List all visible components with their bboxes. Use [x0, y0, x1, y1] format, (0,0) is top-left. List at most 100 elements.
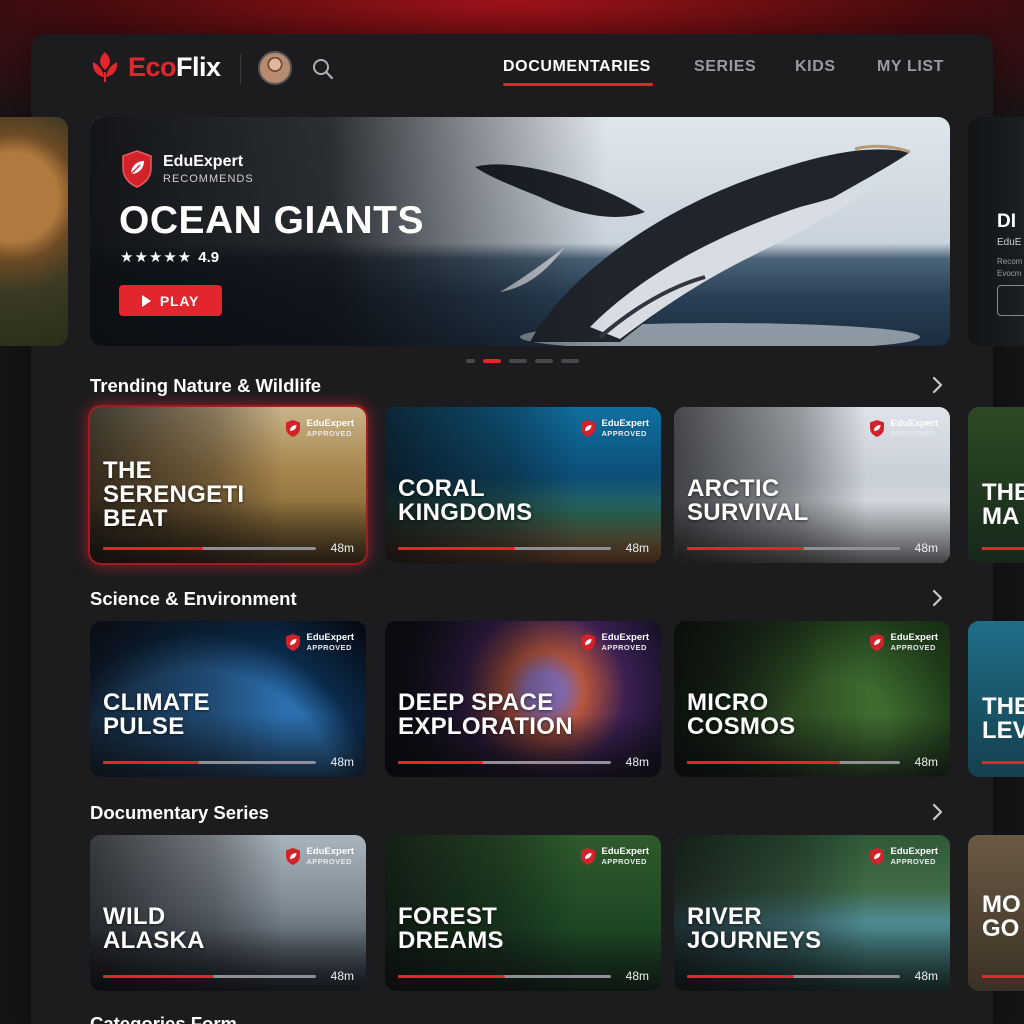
title-card[interactable]: EduExpert APPROVED ARCTIC SURVIVAL 48m — [674, 407, 950, 563]
badge-name: EduExpert — [890, 632, 938, 643]
carousel-dot-active[interactable] — [483, 359, 501, 363]
progress-fill — [687, 975, 794, 978]
progress-fill — [103, 975, 214, 978]
duration: 48m — [914, 541, 938, 555]
chevron-right-icon[interactable] — [930, 376, 944, 394]
row-title: Documentary Series — [90, 802, 269, 823]
hero-banner[interactable]: EduExpert RECOMMENDS OCEAN GIANTS ★★★★★ … — [90, 117, 950, 346]
badge-name: EduExpert — [890, 418, 938, 429]
title-card[interactable]: EduExpert APPROVED CORAL KINGDOMS 48m — [385, 407, 661, 563]
title-card[interactable]: EduExpert APPROVED CLIMATE PULSE 48m — [90, 621, 366, 777]
carousel-dot[interactable] — [466, 359, 475, 363]
nav-kids[interactable]: KIDS — [795, 58, 836, 76]
title-card-peek[interactable]: THE LEV — [968, 621, 1024, 777]
shield-icon — [581, 848, 596, 865]
shield-icon — [581, 420, 596, 437]
eduexpert-badge: EduExpert RECOMMENDS — [120, 149, 254, 189]
duration: 48m — [914, 969, 938, 983]
carousel-dot[interactable] — [509, 359, 527, 363]
next-slide-title: DI — [997, 211, 1016, 232]
carousel-dot[interactable] — [561, 359, 579, 363]
title-card[interactable]: EduExpert APPROVED DEEP SPACE EXPLORATION 4… — [385, 621, 661, 777]
row-title: Science & Environment — [90, 588, 297, 609]
badge-sub: APPROVED — [890, 643, 936, 652]
badge-sub: APPROVED — [890, 429, 936, 438]
carousel-dot[interactable] — [535, 359, 553, 363]
progress-bar — [687, 547, 900, 550]
card-title: WILD ALASKA — [103, 903, 205, 954]
duration: 48m — [914, 755, 938, 769]
badge-name: EduExpert — [306, 632, 354, 643]
avatar[interactable] — [258, 51, 292, 85]
badge-sub: APPROVED — [601, 857, 647, 866]
card-title: MICRO COSMOS — [687, 689, 796, 740]
badge-sub: APPROVED — [890, 857, 936, 866]
duration: 48m — [330, 969, 354, 983]
card-title: FOREST DREAMS — [398, 903, 504, 954]
progress-fill — [103, 547, 204, 550]
eduexpert-approved-badge: EduExpert APPROVED — [869, 419, 938, 438]
shield-icon — [870, 848, 885, 865]
duration: 48m — [330, 755, 354, 769]
rating-value: 4.9 — [198, 248, 220, 266]
play-icon — [141, 294, 151, 307]
title-card[interactable]: EduExpert APPROVED WILD ALASKA 48m — [90, 835, 366, 991]
title-card-peek[interactable]: MO GO — [968, 835, 1024, 991]
title-card[interactable]: EduExpert APPROVED FOREST DREAMS 48m — [385, 835, 661, 991]
eduexpert-approved-badge: EduExpert APPROVED — [285, 419, 354, 438]
progress-bar — [687, 975, 900, 978]
progress-bar — [982, 547, 1024, 550]
title-card[interactable]: EduExpert APPROVED MICRO COSMOS 48m — [674, 621, 950, 777]
eduexpert-approved-badge: EduExpert APPROVED — [580, 847, 649, 866]
eduexpert-approved-badge: EduExpert APPROVED — [580, 633, 649, 652]
row-title: Trending Nature & Wildlife — [90, 375, 322, 396]
badge-name: EduExpert — [601, 418, 649, 429]
shield-icon — [286, 420, 301, 437]
search-icon[interactable] — [311, 57, 335, 81]
card-title: RIVER JOURNEYS — [687, 903, 822, 954]
badge-name: EduExpert — [601, 846, 649, 857]
app-logo[interactable]: EcoFlix — [90, 50, 221, 84]
duration: 48m — [330, 541, 354, 555]
card-title: CORAL KINGDOMS — [398, 475, 533, 526]
chevron-right-icon[interactable] — [930, 803, 944, 821]
progress-fill — [687, 761, 841, 764]
play-label: PLAY — [159, 292, 200, 309]
duration: 48m — [625, 541, 649, 555]
progress-bar — [103, 975, 316, 978]
next-slide-badge: EduE — [997, 237, 1022, 248]
progress-bar — [103, 547, 316, 550]
nav-series[interactable]: SERIES — [694, 58, 756, 76]
leaf-logo-icon — [92, 52, 118, 82]
star-rating-icon: ★★★★★ — [120, 249, 193, 266]
hero-next-slide[interactable]: DI EduE Recom Evocm — [968, 117, 1024, 346]
card-title: THE MA — [982, 479, 1024, 530]
next-slide-play-button[interactable] — [997, 285, 1024, 316]
nav-my-list[interactable]: MY LIST — [877, 58, 944, 76]
title-card[interactable]: EduExpert APPROVED THE SERENGETI BEAT 48m — [90, 407, 366, 563]
title-card[interactable]: EduExpert APPROVED RIVER JOURNEYS 48m — [674, 835, 950, 991]
card-title: ARCTIC SURVIVAL — [687, 475, 809, 526]
badge-sub: APPROVED — [306, 429, 352, 438]
shield-icon — [286, 848, 301, 865]
progress-fill — [687, 547, 805, 550]
chevron-right-icon[interactable] — [930, 589, 944, 607]
play-button[interactable]: PLAY — [119, 285, 222, 316]
progress-bar — [982, 975, 1024, 978]
badge-sub: APPROVED — [601, 643, 647, 652]
title-card-peek[interactable]: THE MA — [968, 407, 1024, 563]
progress-bar — [398, 547, 611, 550]
progress-fill — [103, 761, 199, 764]
nav-active-indicator — [503, 83, 653, 86]
badge-sub: APPROVED — [306, 857, 352, 866]
progress-fill — [398, 761, 484, 764]
card-title: DEEP SPACE EXPLORATION — [398, 689, 573, 740]
progress-bar — [103, 761, 316, 764]
hero-prev-slide[interactable] — [0, 117, 68, 346]
badge-name: EduExpert — [890, 846, 938, 857]
carousel-dots — [466, 359, 579, 363]
eduexpert-approved-badge: EduExpert APPROVED — [285, 633, 354, 652]
badge-name: EduExpert — [306, 846, 354, 857]
eduexpert-approved-badge: EduExpert APPROVED — [869, 633, 938, 652]
nav-documentaries[interactable]: DOCUMENTARIES — [503, 58, 651, 76]
